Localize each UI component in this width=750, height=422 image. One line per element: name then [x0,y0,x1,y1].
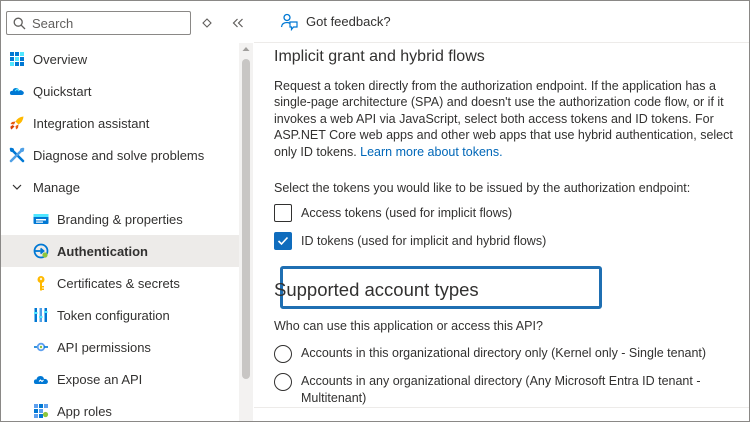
description-line: invokes a web API via JavaScript, select… [274,111,714,126]
sidebar-item-label: Overview [33,51,88,67]
sidebar-item-label: Diagnose and solve problems [33,147,205,163]
rocket-icon [9,115,25,131]
branding-icon [33,211,49,227]
main-pane: Got feedback? Implicit grant and hybrid … [254,1,749,421]
diamond-toggle-icon [202,18,212,28]
id-tokens-label: ID tokens (used for implicit and hybrid … [301,234,547,248]
sidebar-item-label: Quickstart [33,83,92,99]
sidebar-item-expose-api[interactable]: Expose an API [1,363,239,395]
sidebar-item-label: Integration assistant [33,115,150,131]
token-select-label: Select the tokens you would like to be i… [274,181,691,195]
account-option-single-tenant[interactable]: Accounts in this organizational director… [274,345,706,363]
access-tokens-checkbox[interactable] [274,204,292,222]
sidebar-item-label: Manage [33,179,80,195]
chevron-down-icon [9,179,25,195]
implicit-grant-heading: Implicit grant and hybrid flows [274,48,485,65]
account-types-question: Who can use this application or access t… [274,319,543,333]
feedback-icon [280,13,298,31]
description-line: ASP.NET Core web apps and other web apps… [274,128,733,143]
description-line-last: only ID tokens. Learn more about tokens. [274,144,749,160]
search-box[interactable] [6,11,191,35]
access-tokens-option[interactable]: Access tokens (used for implicit flows) [274,204,512,222]
single-tenant-label: Accounts in this organizational director… [301,346,707,360]
sidebar-item-diagnose[interactable]: Diagnose and solve problems [1,139,239,171]
multitenant-label-line1: Accounts in any organizational directory… [301,374,701,388]
single-tenant-radio[interactable] [274,345,292,363]
checkmark-icon [277,236,289,246]
app-roles-icon [33,403,49,419]
account-types-heading: Supported account types [274,279,479,300]
command-bar: Got feedback? [254,1,749,43]
sidebar-item-label: Token configuration [57,307,170,323]
sidebar-item-label: Expose an API [57,371,143,387]
sidebar-item-label: App roles [57,403,112,419]
cloud-icon [9,83,25,99]
sidebar-item-quickstart[interactable]: Quickstart [1,75,239,107]
sidebar-item-api-permissions[interactable]: API permissions [1,331,239,363]
search-input[interactable] [32,15,182,31]
multitenant-label: Accounts in any organizational directory… [301,373,701,407]
api-permissions-icon [33,339,49,355]
sidebar-item-overview[interactable]: Overview [1,43,239,75]
multitenant-label-line2: Multitenant) [301,391,367,405]
access-tokens-label: Access tokens (used for implicit flows) [301,206,513,220]
sidebar-nav: Overview Quickstart Integration assistan… [1,43,239,421]
bottom-bar [254,407,749,421]
feedback-label: Got feedback? [306,14,391,29]
sidebar-item-label: Branding & properties [57,211,183,227]
account-option-multitenant[interactable]: Accounts in any organizational directory… [274,373,701,407]
description-line: Request a token directly from the author… [274,79,716,93]
sidebar-item-label: Authentication [57,243,148,259]
scroll-up-arrow-icon[interactable] [239,43,253,55]
key-icon [33,275,49,291]
cloud-api-icon [33,371,49,387]
feedback-button[interactable]: Got feedback? [280,13,391,31]
description-line: single-page architecture (SPA) and doesn… [274,95,724,110]
sidebar: Overview Quickstart Integration assistan… [1,1,254,421]
sidebar-item-certificates[interactable]: Certificates & secrets [1,267,239,299]
grid-icon [9,51,25,67]
sidebar-item-token-configuration[interactable]: Token configuration [1,299,239,331]
learn-more-link[interactable]: Learn more about tokens. [360,145,502,159]
token-icon [33,307,49,323]
id-tokens-checkbox[interactable] [274,232,292,250]
app-frame: Overview Quickstart Integration assistan… [0,0,750,422]
collapse-expand-button[interactable] [198,13,216,33]
implicit-grant-description: Request a token directly from the author… [274,78,749,160]
sidebar-item-authentication[interactable]: Authentication [1,235,239,267]
sidebar-item-label: Certificates & secrets [57,275,180,291]
description-line: only ID tokens. [274,144,361,159]
scrollbar-thumb[interactable] [242,59,250,379]
wrench-icon [9,147,25,163]
sidebar-group-manage[interactable]: Manage [1,171,239,203]
multitenant-radio[interactable] [274,373,292,391]
id-tokens-option[interactable]: ID tokens (used for implicit and hybrid … [274,232,546,250]
sidebar-item-app-roles[interactable]: App roles [1,395,239,421]
sidebar-item-integration-assistant[interactable]: Integration assistant [1,107,239,139]
sidebar-item-branding[interactable]: Branding & properties [1,203,239,235]
sidebar-scrollbar[interactable] [239,43,253,421]
authentication-content: Implicit grant and hybrid flows Request … [274,43,749,407]
sidebar-item-label: API permissions [57,339,151,355]
authentication-icon [33,243,49,259]
double-chevron-left-icon [232,18,243,28]
search-icon [13,17,26,29]
collapse-sidebar-button[interactable] [229,13,247,33]
